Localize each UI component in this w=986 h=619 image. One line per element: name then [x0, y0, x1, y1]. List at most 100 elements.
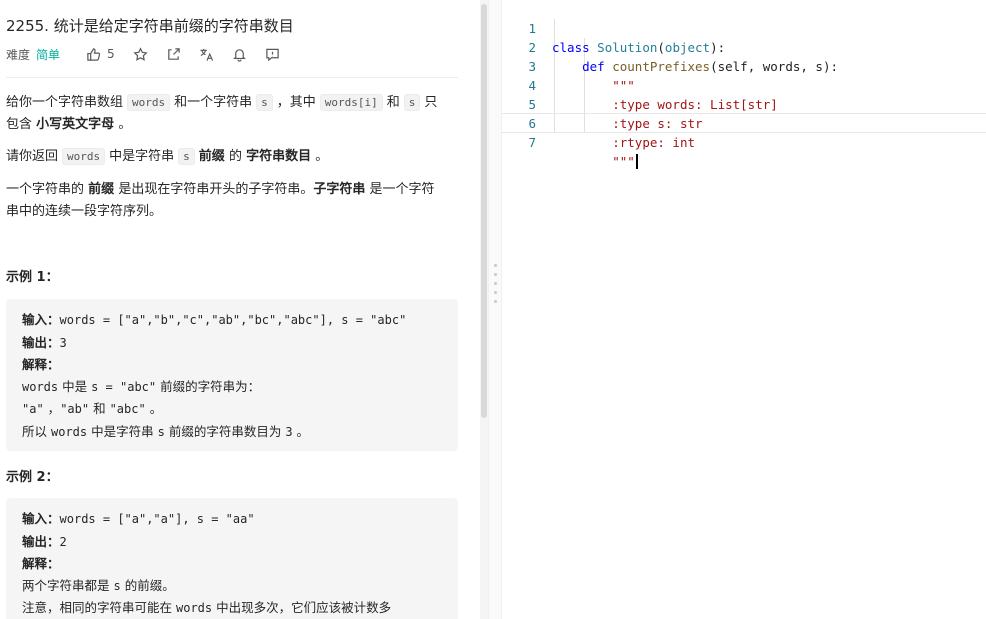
line-number: 7 — [528, 135, 536, 150]
description-paragraph-3: 一个字符串的 前缀 是出现在字符串开头的子字符串。子字符串 是一个字符 串中的连… — [6, 179, 462, 223]
input-label: 输入： — [22, 511, 60, 526]
text: 给你一个字符串数组 — [6, 95, 124, 110]
translate-icon — [200, 48, 213, 61]
bold-text: 前缀 — [88, 182, 115, 197]
code: "ab" — [60, 402, 90, 417]
code: "abc" — [109, 402, 146, 417]
output-value: 2 — [59, 534, 67, 549]
example-1-output: 输出：3 — [22, 332, 442, 355]
feedback-button[interactable] — [265, 47, 280, 62]
text: 注意，相同的字符串可能在 — [22, 600, 173, 616]
text: 所以 — [22, 423, 48, 439]
example-1-explain-line-1: words 中是 s = "abc" 前缀的字符串为： — [22, 376, 442, 399]
text: 串中的连续一段字符序列。 — [6, 204, 163, 219]
text: 一个字符串的 — [6, 182, 85, 197]
example-2-output: 输出：2 — [22, 531, 442, 554]
description-scrollbar-thumb[interactable] — [481, 4, 487, 418]
example-2-explain-line-2: 注意，相同的字符串可能在 words 中出现多次，它们应该被计数多 — [22, 597, 442, 619]
text: 的前缀。 — [124, 577, 175, 593]
code-line-7[interactable]: 7 """ — [502, 113, 986, 169]
example-1-input: 输入：words = ["a","b","c","ab","bc","abc"]… — [22, 309, 442, 332]
inline-code: s — [256, 94, 273, 111]
text: 两个字符串都是 — [22, 577, 110, 593]
code-line-2[interactable]: 2 def countPrefixes(self, words, s): — [502, 19, 986, 74]
example-1-explain-line-2: "a" ，"ab" 和 "abc" 。 — [22, 398, 442, 421]
difficulty-badge: 简单 — [36, 47, 61, 62]
description-paragraph-1: 给你一个字符串数组 words 和一个字符串 s ，其中 words[i] 和 s 只 包含 小… — [6, 92, 462, 136]
input-value: words = ["a","a"], s = "aa" — [59, 512, 255, 526]
text: 中是字符串 — [109, 149, 175, 164]
input-value: words = ["a","b","c","ab","bc","abc"], s… — [59, 313, 407, 327]
text: 和 — [386, 95, 400, 110]
output-label: 输出： — [22, 533, 60, 549]
text: 是一个字符 — [369, 182, 435, 197]
star-icon — [133, 46, 148, 61]
example-2-title: 示例 2： — [6, 470, 59, 485]
code-line-1[interactable]: 1 class Solution(object): — [502, 0, 986, 55]
favorite-button[interactable] — [133, 46, 148, 62]
code: s = "abc" — [91, 379, 157, 394]
text: 。 — [315, 149, 329, 164]
text: 。 — [296, 423, 310, 439]
code-line-3[interactable]: 3 """ — [502, 38, 986, 93]
inline-code: words — [127, 94, 171, 111]
code-line-5[interactable]: 5 :type s: str — [502, 76, 986, 131]
description-paragraph-2: 请你返回 words 中是字符串 s 前缀 的 字符串数目 。 — [6, 146, 462, 168]
panel-resize-handle[interactable] — [488, 0, 502, 619]
bell-icon — [232, 48, 246, 62]
inline-code: words — [62, 148, 106, 165]
code: words — [22, 379, 59, 394]
text: 中是字符串 — [91, 423, 154, 439]
like-count: 5 — [107, 47, 115, 61]
share-button[interactable] — [166, 47, 181, 62]
bold-text: 小写英文字母 — [36, 117, 115, 132]
inline-code: words[i] — [319, 94, 383, 111]
output-label: 输出： — [22, 334, 60, 350]
text: 请你返回 — [6, 149, 59, 164]
problem-meta-bar: 难度 简单 5 — [6, 44, 298, 64]
like-button[interactable]: 5 — [86, 47, 115, 62]
bold-text: 字符串数目 — [246, 149, 312, 164]
notify-button[interactable] — [232, 47, 247, 62]
docstring: """ — [612, 154, 635, 169]
inline-code: s — [403, 94, 421, 111]
code: words — [51, 424, 88, 439]
text: ， — [47, 401, 61, 417]
example-1-explain-label: 解释： — [22, 354, 442, 376]
text: 中出现多次，它们应该被计数多 — [216, 600, 392, 616]
example-2-box: 输入：words = ["a","a"], s = "aa" 输出：2 解释： … — [6, 498, 458, 619]
text-cursor — [635, 154, 638, 169]
code: words — [176, 601, 213, 616]
example-1-box: 输入：words = ["a","b","c","ab","bc","abc"]… — [6, 299, 458, 451]
code: s — [157, 424, 165, 439]
code-line-6[interactable]: 6 :rtype: int — [502, 95, 986, 150]
explain-label: 解释： — [22, 556, 60, 572]
header-divider — [6, 77, 458, 78]
code: 3 — [285, 424, 293, 439]
code-line-4[interactable]: 4 :type words: List[str] — [502, 57, 986, 112]
text: 。 — [118, 117, 132, 132]
share-icon — [167, 47, 180, 60]
code: s — [113, 578, 121, 593]
drag-handle-icon — [494, 264, 497, 309]
text: 前缀的字符串为： — [160, 378, 261, 394]
text: 中是 — [62, 378, 88, 394]
bold-text: 前缀 — [198, 149, 225, 164]
example-2-explain-label: 解释： — [22, 553, 442, 575]
explain-label: 解释： — [22, 357, 60, 373]
difficulty-label: 难度 — [6, 47, 31, 62]
input-label: 输入： — [22, 312, 60, 327]
text: 是出现在字符串开头的子字符串。 — [118, 182, 314, 197]
docstring: :rtype: int — [612, 135, 696, 150]
text: 和一个字符串 — [174, 95, 253, 110]
example-1-title: 示例 1： — [6, 270, 59, 285]
code-editor[interactable]: 1 class Solution(object): 2 def countPre… — [502, 0, 986, 619]
text: 的 — [228, 149, 242, 164]
inline-code: s — [178, 148, 195, 165]
text: 只 — [424, 95, 438, 110]
text: 。 — [149, 401, 163, 417]
problem-description-panel: 2255. 统计是给定字符串前缀的字符串数目 难度 简单 5 给你一个字符串数组… — [0, 0, 480, 619]
translate-button[interactable] — [199, 47, 214, 62]
example-1-explain-line-3: 所以 words 中是字符串 s 前缀的字符串数目为 3 。 — [22, 421, 442, 444]
text: 包含 — [6, 117, 33, 132]
